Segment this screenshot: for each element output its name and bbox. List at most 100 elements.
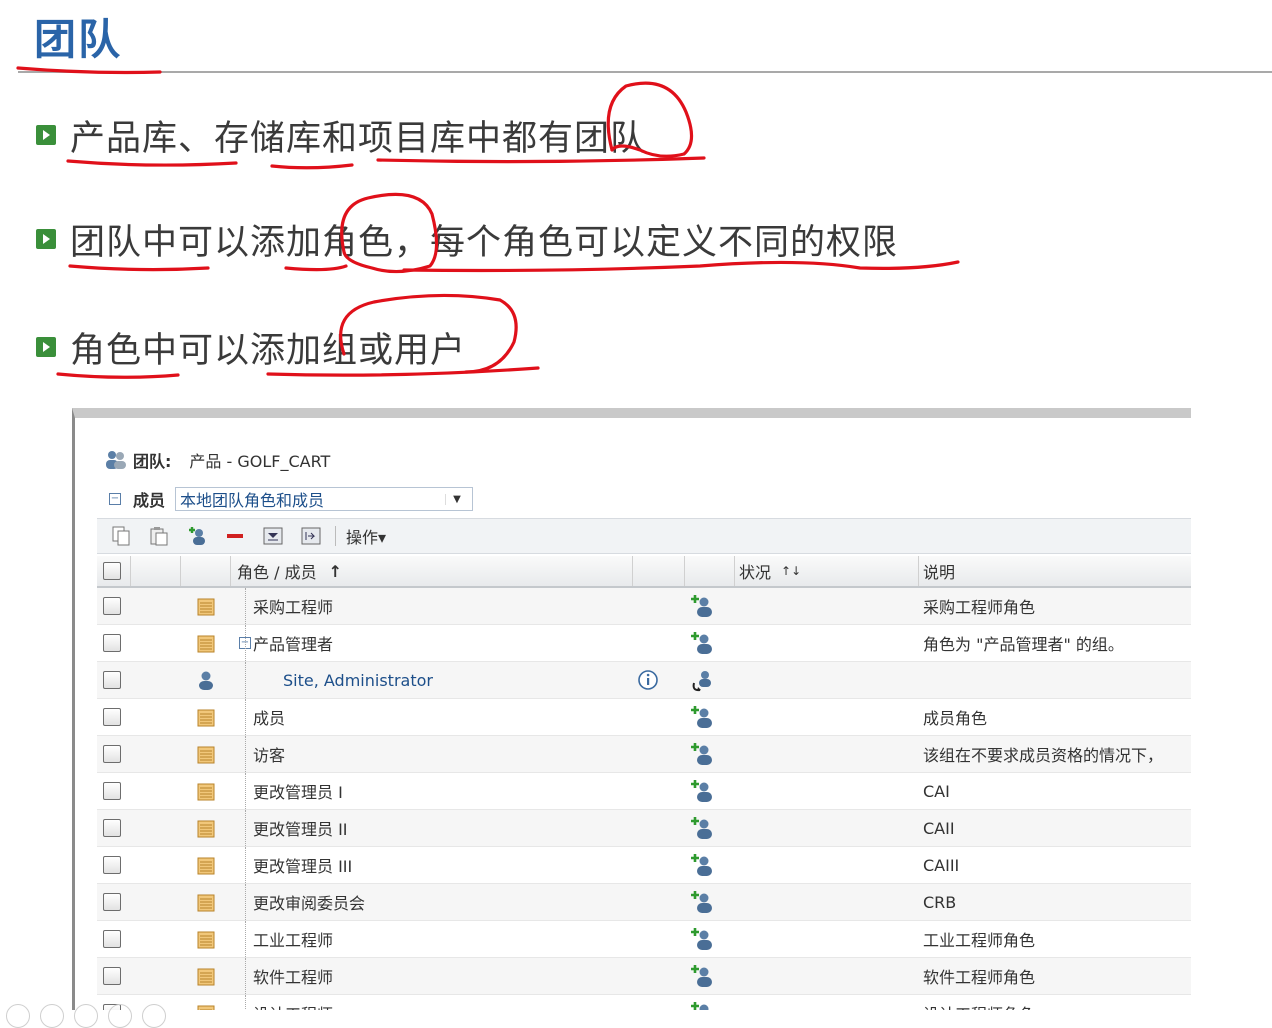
slides-icon[interactable] [74,1004,98,1028]
row-select [97,921,131,957]
export-icon[interactable] [297,523,325,549]
filter-icon[interactable] [259,523,287,549]
select-all-checkbox[interactable] [103,562,121,580]
row-description: 成员角色 [923,709,988,728]
team-header: 团队: 产品 - GOLF_CART [105,448,330,472]
ink-underline [270,163,354,170]
team-label: 团队: [133,452,172,471]
info-icon[interactable] [637,662,667,698]
role-icon [181,773,231,809]
table-row[interactable]: 设计工程师 设计工程师角色 [97,995,1191,1010]
row-description: 该组在不要求成员资格的情况下， [923,746,1164,765]
table-row[interactable]: 更改管理员 I CAI [97,773,1191,810]
row-description: 角色为 "产品管理者" 的组。 [923,635,1124,654]
row-checkbox[interactable] [103,782,121,800]
add-member-icon[interactable] [689,736,723,772]
table-row[interactable]: 工业工程师 工业工程师角色 [97,921,1191,958]
add-member-icon[interactable] [689,921,723,957]
add-member-icon[interactable] [689,699,723,735]
member-filter: − 成员 本地团队角色和成员 ▼ [109,486,474,512]
header-role-member[interactable]: 角色 / 成员 ↑ [231,556,633,586]
actions-menu[interactable]: 操作▾ [346,524,386,548]
row-select [97,588,131,624]
row-checkbox[interactable] [103,634,121,652]
zoom-icon[interactable] [108,1004,132,1028]
row-checkbox[interactable] [103,708,121,726]
add-member-icon[interactable] [689,625,723,661]
paste-icon[interactable] [145,523,173,549]
add-member-icon[interactable] [689,810,723,846]
row-select [97,847,131,883]
table-row[interactable]: 更改管理员 II CAII [97,810,1191,847]
add-member-icon[interactable] [689,884,723,920]
row-checkbox[interactable] [103,819,121,837]
user-icon [181,662,231,698]
role-icon [181,958,231,994]
member-view-select[interactable]: 本地团队角色和成员 ▼ [175,487,474,511]
table-row[interactable]: Site, Administrator [97,662,1191,699]
inherited-status-icon[interactable] [689,662,723,698]
header-status[interactable]: 状况 ↑↓ [735,556,919,586]
table-row[interactable]: 成员 成员角色 [97,699,1191,736]
row-select [97,773,131,809]
chevron-down-icon[interactable]: ▼ [445,493,468,505]
bullet-text: 角色中可以添加组或用户 [70,330,467,371]
team-grid: 角色 / 成员 ↑ 状况 ↑↓ 说明 采购工程师 采购工程师角色 − 产品管理者 角色为… [97,556,1191,1010]
ink-underline [284,264,348,272]
table-row[interactable]: 软件工程师 软件工程师角色 [97,958,1191,995]
add-member-icon[interactable] [689,588,723,624]
copy-icon[interactable] [107,523,135,549]
bullet-item: 团队中可以添加角色，每个角色可以定义不同的权限 [36,214,898,264]
team-panel: 团队: 产品 - GOLF_CART − 成员 本地团队角色和成员 ▼ 操作▾ [72,408,1191,1010]
row-checkbox[interactable] [103,597,121,615]
member-view-value: 本地团队角色和成员 [180,491,325,510]
role-icon [181,847,231,883]
table-row[interactable]: − 产品管理者 角色为 "产品管理者" 的组。 [97,625,1191,662]
play-icon[interactable] [6,1004,30,1028]
role-name: 产品管理者 [253,635,334,654]
row-checkbox[interactable] [103,745,121,763]
role-name: 访客 [253,746,286,765]
row-checkbox[interactable] [103,671,121,689]
row-select [97,810,131,846]
row-checkbox[interactable] [103,856,121,874]
bullet-item: 角色中可以添加组或用户 [36,322,466,372]
add-member-icon[interactable] [689,958,723,994]
row-checkbox[interactable] [103,967,121,985]
add-member-icon[interactable] [689,847,723,883]
row-description: CAI [923,781,950,801]
bullet-arrow-icon [36,125,56,145]
bullet-arrow-icon [36,337,56,357]
row-checkbox[interactable] [103,893,121,911]
role-icon [181,995,231,1010]
row-select [97,699,131,735]
role-name: 更改管理员 III [253,857,353,876]
more-icon[interactable] [142,1004,166,1028]
row-select [97,958,131,994]
table-row[interactable]: 更改管理员 III CAIII [97,847,1191,884]
row-description: 采购工程师角色 [923,598,1036,617]
table-row[interactable]: 更改审阅委员会 CRB [97,884,1191,921]
role-name: 更改审阅委员会 [253,894,366,913]
add-member-icon[interactable] [689,995,723,1010]
row-description: CRB [923,892,957,912]
remove-icon[interactable] [221,523,249,549]
member-name-link[interactable]: Site, Administrator [283,671,433,690]
role-name: 成员 [253,709,286,728]
table-row[interactable]: 采购工程师 采购工程师角色 [97,588,1191,625]
member-label: 成员 [133,491,166,510]
grid-body: 采购工程师 采购工程师角色 − 产品管理者 角色为 "产品管理者" 的组。 Site, A… [97,588,1191,1010]
role-name: 采购工程师 [253,598,334,617]
ink-underline [66,159,238,167]
header-description[interactable]: 说明 [919,556,1191,586]
bullet-text: 团队中可以添加角色，每个角色可以定义不同的权限 [70,222,899,263]
add-member-icon[interactable] [689,773,723,809]
pen-icon[interactable] [40,1004,64,1028]
tree-guide [245,662,258,698]
collapse-icon[interactable]: − [109,493,121,505]
role-name: 工业工程师 [253,931,334,950]
title-divider [18,71,1272,73]
row-checkbox[interactable] [103,930,121,948]
table-row[interactable]: 访客 该组在不要求成员资格的情况下， [97,736,1191,773]
add-user-icon[interactable] [183,523,211,549]
